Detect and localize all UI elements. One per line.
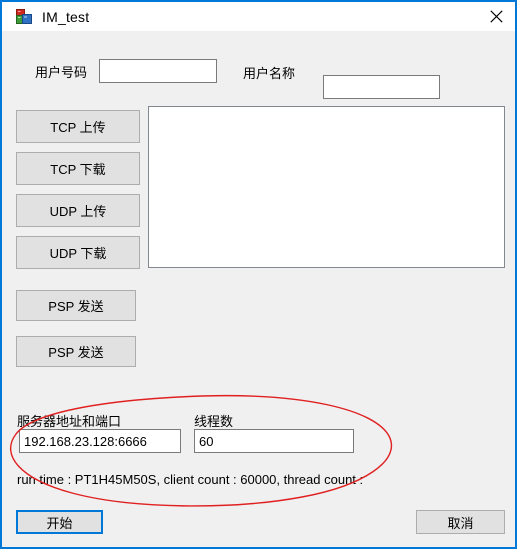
server-address-input[interactable] (19, 429, 181, 453)
app-cubes-icon (16, 9, 33, 26)
udp-download-button[interactable]: UDP 下载 (16, 236, 140, 269)
user-name-input[interactable] (323, 75, 440, 99)
cancel-button[interactable]: 取消 (416, 510, 505, 534)
server-address-label: 服务器地址和端口 (17, 414, 122, 429)
user-number-label: 用户号码 (35, 65, 88, 80)
status-text: run time : PT1H45M50S, client count : 60… (17, 472, 364, 487)
thread-count-input[interactable] (194, 429, 354, 453)
tcp-upload-button[interactable]: TCP 上传 (16, 110, 140, 143)
thread-count-label: 线程数 (194, 414, 234, 429)
dialog-bottom-strip (2, 539, 515, 545)
user-name-label: 用户名称 (243, 66, 296, 81)
log-output-area[interactable] (148, 106, 505, 268)
start-button[interactable]: 开始 (16, 510, 103, 534)
udp-upload-button[interactable]: UDP 上传 (16, 194, 140, 227)
user-number-input[interactable] (99, 59, 217, 83)
dialog-client-area: 用户号码 用户名称 TCP 上传 TCP 下载 UDP 上传 UDP 下载 PS… (2, 31, 515, 545)
application-window: IM_test 用户号码 用户名称 TCP 上传 TCP 下载 UDP 上传 U… (0, 0, 517, 549)
close-window-button[interactable] (474, 2, 515, 31)
tcp-download-button[interactable]: TCP 下载 (16, 152, 140, 185)
window-title: IM_test (42, 9, 90, 25)
title-bar: IM_test (2, 0, 515, 31)
psp-send-button-2[interactable]: PSP 发送 (16, 336, 136, 367)
psp-send-button-1[interactable]: PSP 发送 (16, 290, 136, 321)
close-icon (490, 10, 503, 23)
